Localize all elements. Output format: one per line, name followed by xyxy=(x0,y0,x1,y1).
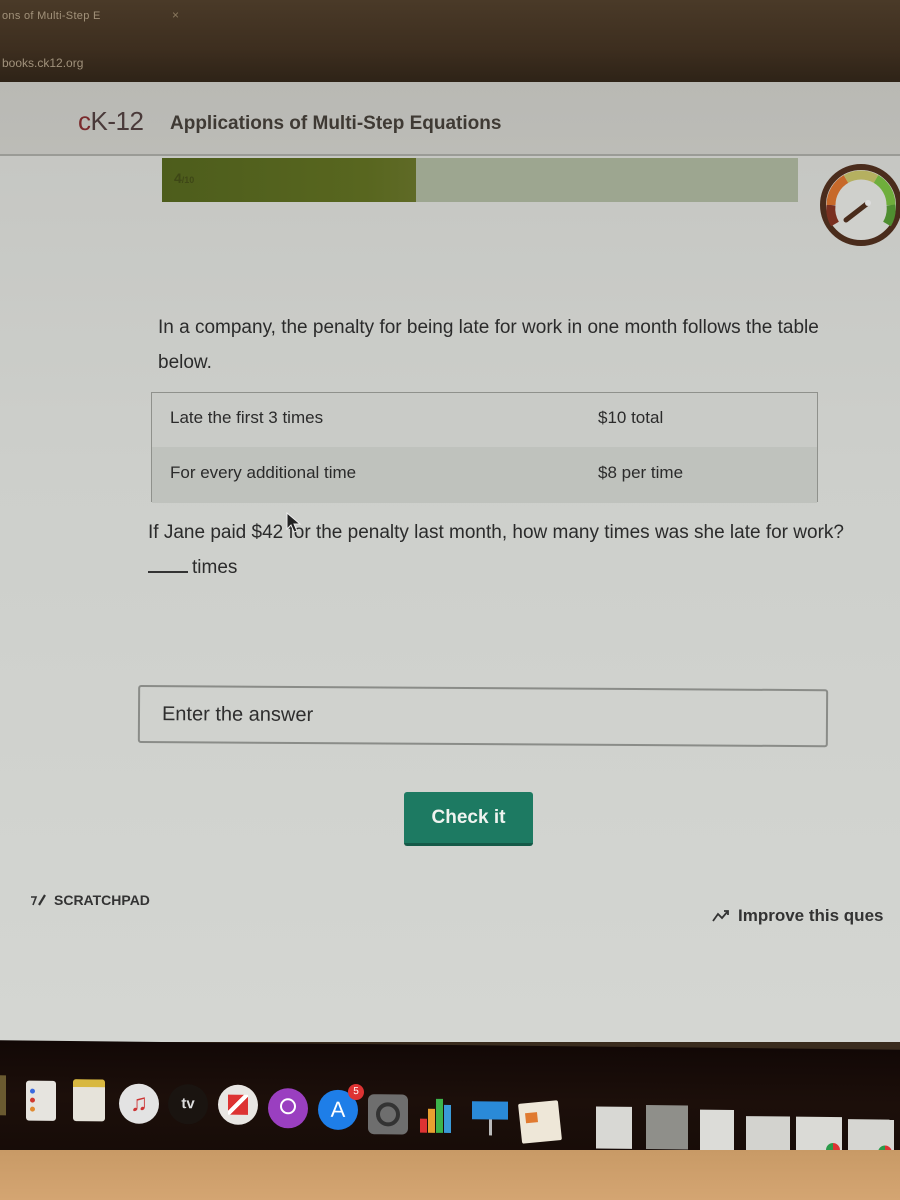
document-icon[interactable] xyxy=(746,1116,790,1155)
ck12-logo[interactable]: cK-12 xyxy=(78,106,144,137)
finder-partial-icon[interactable] xyxy=(0,1075,6,1116)
answer-blank-line: times xyxy=(148,550,848,585)
improve-question-link[interactable]: Improve this ques xyxy=(712,906,883,926)
logo-text: K-12 xyxy=(90,106,144,136)
tab-close-icon[interactable]: × xyxy=(172,8,179,22)
address-bar-url[interactable]: books.ck12.org xyxy=(2,56,83,70)
speedometer-gauge-icon[interactable] xyxy=(818,162,900,248)
penalty-table: Late the first 3 times $10 total For eve… xyxy=(151,392,818,503)
improve-label: Improve this ques xyxy=(738,906,884,925)
logo-c: c xyxy=(78,106,91,136)
progress-bar: 4/10 xyxy=(162,158,798,202)
progress-label: 4/10 xyxy=(174,170,194,186)
tv-icon[interactable]: tv xyxy=(168,1084,208,1125)
music-icon[interactable]: ♫ xyxy=(119,1083,159,1124)
page-content: cK-12 Applications of Multi-Step Equatio… xyxy=(0,82,900,1042)
podcasts-icon[interactable] xyxy=(268,1088,308,1129)
table-cell-penalty: $10 total xyxy=(598,408,664,427)
keynote-icon[interactable] xyxy=(470,1097,510,1137)
numbers-icon[interactable] xyxy=(418,1097,458,1137)
page-header: cK-12 Applications of Multi-Step Equatio… xyxy=(0,82,900,156)
notification-badge: 5 xyxy=(348,1083,364,1101)
blank-underline xyxy=(148,571,188,573)
page-title: Applications of Multi-Step Equations xyxy=(170,113,502,134)
tv-label: tv xyxy=(181,1095,195,1113)
news-icon[interactable] xyxy=(218,1084,258,1125)
answer-input[interactable] xyxy=(137,685,829,748)
question-prompt: If Jane paid $42 for the penalty last mo… xyxy=(148,522,844,543)
reminders-icon[interactable] xyxy=(26,1080,56,1121)
browser-chrome: ons of Multi-Step E × books.ck12.org xyxy=(0,0,900,82)
table-cell-condition: For every additional time xyxy=(170,463,357,482)
scratchpad-label: SCRATCHPAD xyxy=(54,892,150,908)
progress-total: /10 xyxy=(181,175,195,185)
document-icon[interactable] xyxy=(596,1106,632,1149)
trend-up-icon xyxy=(712,910,729,922)
check-it-button[interactable]: Check it xyxy=(404,792,533,846)
progress-current: 4 xyxy=(174,170,182,186)
table-cell-condition: Late the first 3 times xyxy=(170,408,324,427)
mouse-cursor-icon xyxy=(286,512,302,533)
pages-icon[interactable] xyxy=(518,1100,562,1144)
question-prompt-block: If Jane paid $42 for the penalty last mo… xyxy=(148,515,848,585)
document-icon[interactable] xyxy=(646,1105,688,1150)
browser-tab-title[interactable]: ons of Multi-Step E xyxy=(2,10,101,22)
table-row: For every additional time $8 per time xyxy=(152,447,817,503)
gear-icon[interactable] xyxy=(368,1094,408,1135)
macos-dock: ♫ tv A5 xyxy=(0,1040,900,1162)
notes-icon[interactable] xyxy=(73,1079,105,1122)
question-intro: In a company, the penalty for being late… xyxy=(158,317,819,373)
answer-unit: times xyxy=(192,557,238,578)
table-row: Late the first 3 times $10 total xyxy=(152,393,817,447)
pencil-icon xyxy=(31,894,46,906)
progress-fill: 4/10 xyxy=(162,158,417,202)
table-cell-penalty: $8 per time xyxy=(598,463,684,482)
laptop-bezel xyxy=(0,1150,900,1200)
app-store-icon[interactable]: A5 xyxy=(318,1083,364,1131)
scratchpad-button[interactable]: SCRATCHPAD xyxy=(30,892,150,908)
